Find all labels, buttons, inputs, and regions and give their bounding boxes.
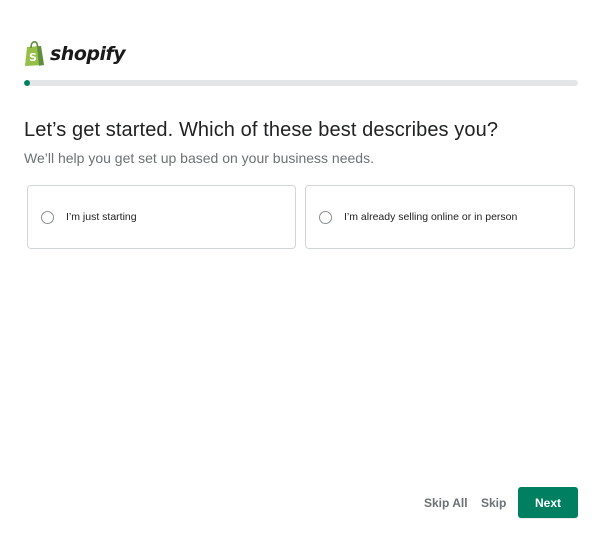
option-label: I’m just starting (66, 211, 137, 223)
option-just-starting[interactable]: I’m just starting (27, 185, 296, 249)
shopify-bag-icon: S (25, 41, 44, 66)
progress-bar (24, 80, 578, 86)
skip-button[interactable]: Skip (481, 496, 506, 510)
skip-all-button[interactable]: Skip All (424, 496, 468, 510)
progress-fill (24, 80, 30, 86)
brand-name: shopify (50, 43, 126, 65)
option-already-selling[interactable]: I’m already selling online or in person (305, 185, 575, 249)
next-button[interactable]: Next (518, 487, 578, 518)
shopify-logo: S shopify (24, 40, 126, 68)
radio-button-icon[interactable] (319, 210, 332, 224)
page-subtitle: We’ll help you get set up based on your … (24, 150, 374, 166)
page-title: Let’s get started. Which of these best d… (24, 119, 499, 141)
option-label: I’m already selling online or in person (344, 211, 518, 223)
svg-text:S: S (29, 51, 37, 64)
radio-button-icon[interactable] (41, 210, 54, 224)
